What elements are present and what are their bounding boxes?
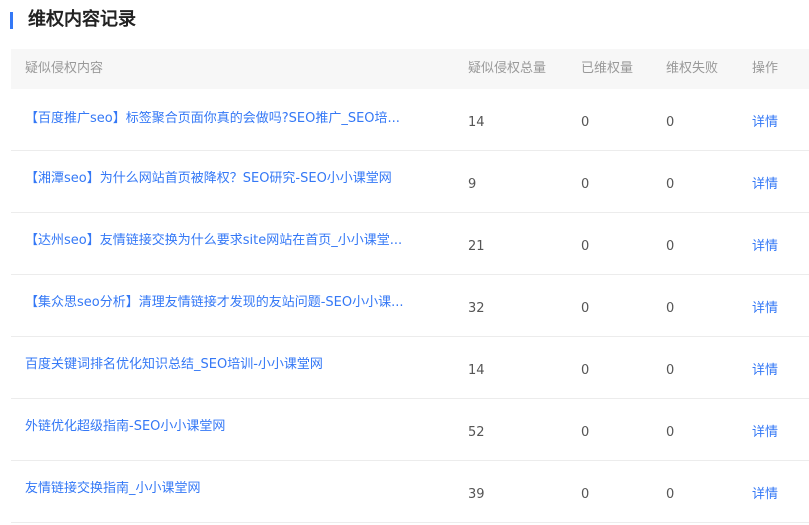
row-total: 14 <box>468 115 485 130</box>
row-done: 0 <box>581 177 590 192</box>
row-title-text: 外链优化超级指南-SEO小小课堂网 <box>25 419 226 434</box>
row-fail: 0 <box>666 301 675 316</box>
row-total: 32 <box>468 301 485 316</box>
row-fail: 0 <box>666 177 675 192</box>
table-row: 友情链接交换指南_小小课堂网 39 0 0 详情 <box>11 461 809 523</box>
row-done: 0 <box>581 487 590 502</box>
row-title-link[interactable]: 【集众思seo分析】清理友情链接才发现的友站问题-SEO小小课... <box>25 275 445 336</box>
row-title-text: 【达州seo】友情链接交换为什么要求site网站在首页_小小课堂... <box>25 233 403 248</box>
row-done: 0 <box>581 425 590 440</box>
table-row: 【达州seo】友情链接交换为什么要求site网站在首页_小小课堂... 21 0… <box>11 213 809 275</box>
table-row: 【百度推广seo】标签聚合页面你真的会做吗?SEO推广_SEO培... 14 0… <box>11 89 809 151</box>
column-header-fail: 维权失败 <box>666 61 719 76</box>
section-title: 维权内容记录 <box>28 9 136 30</box>
row-total: 21 <box>468 239 485 254</box>
row-total: 14 <box>468 363 485 378</box>
section-header: 维权内容记录 <box>10 10 136 30</box>
row-detail-link[interactable]: 详情 <box>752 461 778 522</box>
row-fail: 0 <box>666 239 675 254</box>
row-title-text: 友情链接交换指南_小小课堂网 <box>25 481 201 496</box>
column-header-operation: 操作 <box>752 61 779 76</box>
records-table: 疑似侵权内容 疑似侵权总量 已维权量 维权失败 操作 【百度推广seo】标签聚合… <box>11 49 809 523</box>
row-total: 39 <box>468 487 485 502</box>
row-detail-link[interactable]: 详情 <box>752 337 778 398</box>
row-title-link[interactable]: 【湘潭seo】为什么网站首页被降权？SEO研究-SEO小小课堂网 <box>25 151 445 212</box>
row-fail: 0 <box>666 115 675 130</box>
row-done: 0 <box>581 115 590 130</box>
row-done: 0 <box>581 301 590 316</box>
row-total: 9 <box>468 177 477 192</box>
table-header: 疑似侵权内容 疑似侵权总量 已维权量 维权失败 操作 <box>11 49 809 89</box>
row-title-text: 【百度推广seo】标签聚合页面你真的会做吗?SEO推广_SEO培... <box>25 111 400 126</box>
section-accent-bar <box>10 11 13 29</box>
row-title-link[interactable]: 友情链接交换指南_小小课堂网 <box>25 461 445 522</box>
row-fail: 0 <box>666 425 675 440</box>
column-header-total: 疑似侵权总量 <box>468 61 547 76</box>
row-title-link[interactable]: 【达州seo】友情链接交换为什么要求site网站在首页_小小课堂... <box>25 213 445 274</box>
table-body: 【百度推广seo】标签聚合页面你真的会做吗?SEO推广_SEO培... 14 0… <box>11 89 809 523</box>
row-title-text: 【湘潭seo】为什么网站首页被降权？SEO研究-SEO小小课堂网 <box>25 171 392 186</box>
table-row: 外链优化超级指南-SEO小小课堂网 52 0 0 详情 <box>11 399 809 461</box>
row-detail-link[interactable]: 详情 <box>752 89 778 150</box>
row-title-link[interactable]: 百度关键词排名优化知识总结_SEO培训-小小课堂网 <box>25 337 445 398</box>
column-header-done: 已维权量 <box>581 61 634 76</box>
row-detail-link[interactable]: 详情 <box>752 275 778 336</box>
column-header-title: 疑似侵权内容 <box>25 61 104 76</box>
row-fail: 0 <box>666 487 675 502</box>
row-title-text: 百度关键词排名优化知识总结_SEO培训-小小课堂网 <box>25 357 323 372</box>
row-title-text: 【集众思seo分析】清理友情链接才发现的友站问题-SEO小小课... <box>25 295 404 310</box>
row-done: 0 <box>581 239 590 254</box>
row-fail: 0 <box>666 363 675 378</box>
row-done: 0 <box>581 363 590 378</box>
row-detail-link[interactable]: 详情 <box>752 213 778 274</box>
row-title-link[interactable]: 【百度推广seo】标签聚合页面你真的会做吗?SEO推广_SEO培... <box>25 89 445 150</box>
row-detail-link[interactable]: 详情 <box>752 399 778 460</box>
table-row: 百度关键词排名优化知识总结_SEO培训-小小课堂网 14 0 0 详情 <box>11 337 809 399</box>
row-total: 52 <box>468 425 485 440</box>
table-row: 【集众思seo分析】清理友情链接才发现的友站问题-SEO小小课... 32 0 … <box>11 275 809 337</box>
table-row: 【湘潭seo】为什么网站首页被降权？SEO研究-SEO小小课堂网 9 0 0 详… <box>11 151 809 213</box>
row-title-link[interactable]: 外链优化超级指南-SEO小小课堂网 <box>25 399 445 460</box>
row-detail-link[interactable]: 详情 <box>752 151 778 212</box>
